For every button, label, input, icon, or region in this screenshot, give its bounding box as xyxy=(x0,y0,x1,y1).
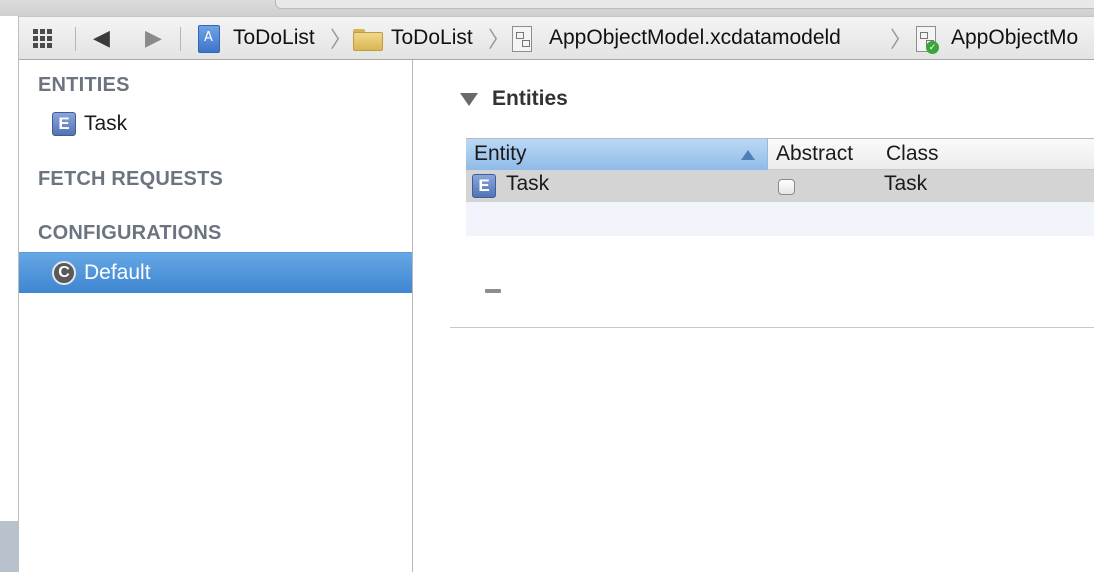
related-items-grid-icon[interactable] xyxy=(33,17,55,59)
configuration-icon: C xyxy=(52,261,76,285)
disclosure-triangle-icon[interactable] xyxy=(460,93,478,106)
folder-icon xyxy=(353,29,383,51)
model-outline-sidebar: ENTITIES E Task FETCH REQUESTS CONFIGURA… xyxy=(19,60,413,572)
sidebar-item-label: Default xyxy=(84,261,151,284)
abstract-checkbox[interactable] xyxy=(778,179,795,195)
table-empty-row xyxy=(466,202,1094,236)
sidebar-item-configuration-default[interactable]: C Default xyxy=(19,252,412,293)
navigator-edge xyxy=(0,16,19,572)
table-row[interactable]: E Task Task xyxy=(466,170,1094,202)
jump-bar-separator xyxy=(75,27,76,51)
breadcrumb-chevron-icon: 〉 xyxy=(488,27,511,52)
data-model-version-icon: ✓ xyxy=(912,26,939,54)
window-top-edge xyxy=(0,0,1094,16)
entities-heading: ENTITIES xyxy=(38,74,130,96)
column-header-abstract[interactable]: Abstract xyxy=(776,142,853,166)
sort-ascending-icon xyxy=(741,150,755,160)
navigator-selection-edge xyxy=(0,521,18,572)
tab-bar-edge xyxy=(275,0,1094,9)
column-header-label: Entity xyxy=(474,142,527,165)
sidebar-item-label: Task xyxy=(84,112,128,135)
configuration-editor: Entities Entity Abstract Class E Task Ta… xyxy=(414,60,1094,572)
data-model-icon xyxy=(508,26,534,52)
forward-arrow-icon[interactable]: ▶ xyxy=(145,17,162,59)
column-header-entity[interactable]: Entity xyxy=(466,139,768,170)
configurations-heading: CONFIGURATIONS xyxy=(38,222,222,244)
jump-bar-separator xyxy=(180,27,181,51)
entities-table: Entity Abstract Class E Task Task xyxy=(466,138,1094,236)
breadcrumb-chevron-icon: 〉 xyxy=(330,27,353,52)
breadcrumb-project[interactable]: ToDoList xyxy=(233,17,315,59)
remove-entity-button[interactable] xyxy=(485,289,501,293)
breadcrumb-data-model[interactable]: AppObjectModel.xcdatamodeld xyxy=(549,17,841,59)
cell-entity-name: Task xyxy=(506,172,550,195)
project-icon xyxy=(198,25,220,53)
cell-class-name: Task xyxy=(884,172,928,195)
breadcrumb-chevron-icon: 〉 xyxy=(890,27,913,52)
entity-icon: E xyxy=(472,174,496,198)
jump-bar: ◀ ▶ ToDoList 〉 ToDoList 〉 AppObjectModel… xyxy=(19,16,1094,60)
section-divider xyxy=(450,327,1094,328)
table-header: Entity Abstract Class xyxy=(466,138,1094,170)
column-header-class[interactable]: Class xyxy=(886,142,939,166)
fetch-requests-heading: FETCH REQUESTS xyxy=(38,168,224,190)
breadcrumb-data-model-version[interactable]: AppObjectMo xyxy=(951,17,1078,59)
entity-icon: E xyxy=(52,112,76,136)
sidebar-item-entity-task[interactable]: E Task xyxy=(19,104,412,144)
back-arrow-icon[interactable]: ◀ xyxy=(93,17,110,59)
section-title: Entities xyxy=(492,87,568,110)
breadcrumb-folder[interactable]: ToDoList xyxy=(391,17,473,59)
